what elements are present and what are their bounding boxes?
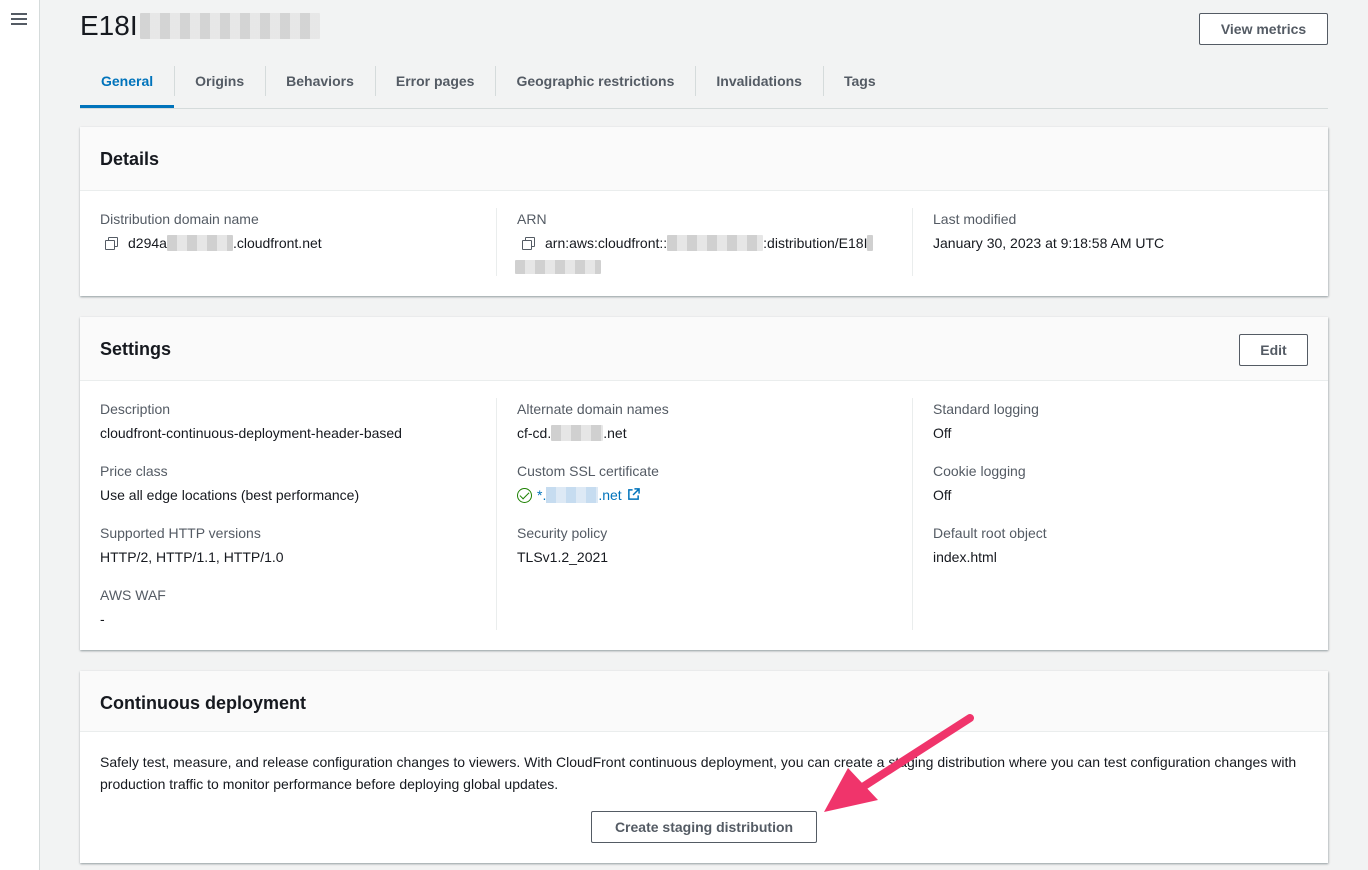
arn-mid: :distribution/E18I <box>763 235 868 251</box>
description-value: cloudfront-continuous-deployment-header-… <box>100 425 402 441</box>
alternate-domains-label: Alternate domain names <box>517 401 669 417</box>
price-class-label: Price class <box>100 463 168 479</box>
tab-bar: General Origins Behaviors Error pages Ge… <box>80 62 1328 109</box>
ssl-prefix: *. <box>537 487 547 503</box>
price-class-value: Use all edge locations (best performance… <box>100 487 360 503</box>
security-policy-label: Security policy <box>517 525 608 541</box>
continuous-deployment-header: Continuous deployment <box>80 671 1328 732</box>
tab-geographic-restrictions[interactable]: Geographic restrictions <box>495 62 695 108</box>
ssl-certificate-link[interactable]: *. .net <box>537 487 622 503</box>
column-divider <box>912 208 913 276</box>
domain-label: Distribution domain name <box>100 211 259 227</box>
standard-logging-value: Off <box>933 425 952 441</box>
domain-suffix: .cloudfront.net <box>232 235 322 251</box>
settings-header: Settings Edit <box>80 317 1328 381</box>
redacted-block <box>867 235 874 251</box>
copy-icon[interactable] <box>105 237 118 250</box>
cookie-logging-value: Off <box>933 487 952 503</box>
menu-icon[interactable] <box>11 13 27 27</box>
redacted-block <box>551 425 604 441</box>
create-staging-distribution-button[interactable]: Create staging distribution <box>591 811 817 843</box>
view-metrics-button[interactable]: View metrics <box>1199 13 1328 45</box>
tab-general[interactable]: General <box>80 62 175 108</box>
http-versions-label: Supported HTTP versions <box>100 525 261 541</box>
copy-icon[interactable] <box>522 237 535 250</box>
redacted-block <box>166 235 233 251</box>
alt-domain-suffix: .net <box>603 425 627 441</box>
ssl-certificate-label: Custom SSL certificate <box>517 463 659 479</box>
last-modified-value: January 30, 2023 at 9:18:58 AM UTC <box>933 235 1165 251</box>
column-divider <box>496 208 497 276</box>
arn-prefix: arn:aws:cloudfront:: <box>545 235 668 251</box>
redacted-block <box>546 487 599 503</box>
check-circle-icon <box>517 488 532 503</box>
tab-tags[interactable]: Tags <box>822 62 897 108</box>
settings-panel: Settings Edit Description cloudfront-con… <box>80 317 1328 650</box>
alt-domain-prefix: cf-cd. <box>517 425 552 441</box>
details-panel: Details Distribution domain name d294a .… <box>80 127 1328 296</box>
aws-waf-label: AWS WAF <box>100 587 166 603</box>
tab-origins[interactable]: Origins <box>174 62 265 108</box>
cookie-logging-label: Cookie logging <box>933 463 1026 479</box>
details-heading: Details <box>100 149 160 169</box>
default-root-object-value: index.html <box>933 549 997 565</box>
alternate-domains-value: cf-cd. .net <box>517 425 627 441</box>
ssl-suffix: .net <box>598 487 622 503</box>
arn-label: ARN <box>517 211 547 227</box>
aws-waf-value: - <box>100 611 105 627</box>
redacted-block <box>139 13 320 39</box>
settings-heading: Settings <box>100 339 172 359</box>
edit-button[interactable]: Edit <box>1239 334 1308 366</box>
domain-prefix: d294a <box>128 235 167 251</box>
tab-behaviors[interactable]: Behaviors <box>265 62 375 108</box>
standard-logging-label: Standard logging <box>933 401 1039 417</box>
page-title: E18I <box>80 10 320 42</box>
column-divider <box>912 398 913 630</box>
left-rail <box>0 0 40 870</box>
redacted-block <box>667 235 764 251</box>
last-modified-label: Last modified <box>933 211 1017 227</box>
tab-invalidations[interactable]: Invalidations <box>695 62 823 108</box>
description-label: Description <box>100 401 171 417</box>
default-root-object-label: Default root object <box>933 525 1047 541</box>
continuous-deployment-panel: Continuous deployment Safely test, measu… <box>80 671 1328 863</box>
arn-value: arn:aws:cloudfront:: :distribution/E18I <box>545 235 874 251</box>
domain-value: d294a .cloudfront.net <box>128 235 322 251</box>
external-link-icon[interactable] <box>627 488 640 501</box>
tab-error-pages[interactable]: Error pages <box>374 62 496 108</box>
redacted-block <box>515 260 601 274</box>
http-versions-value: HTTP/2, HTTP/1.1, HTTP/1.0 <box>100 549 284 565</box>
column-divider <box>496 398 497 630</box>
continuous-deployment-heading: Continuous deployment <box>100 693 306 713</box>
title-text: E18I <box>80 10 138 41</box>
details-header: Details <box>80 127 1328 191</box>
continuous-deployment-description: Safely test, measure, and release config… <box>100 754 1297 792</box>
security-policy-value: TLSv1.2_2021 <box>517 549 609 565</box>
